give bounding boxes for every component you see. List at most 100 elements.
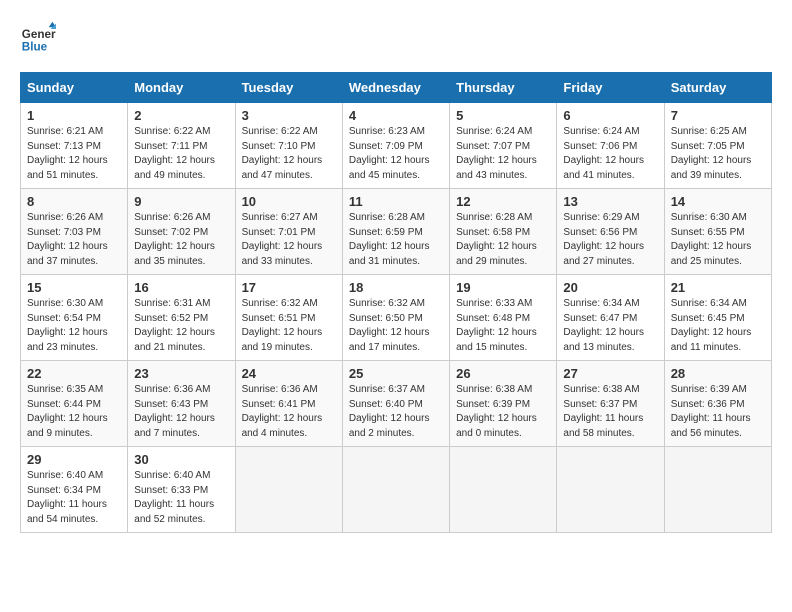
day-info: Sunrise: 6:40 AMSunset: 6:33 PMDaylight:… [134, 469, 228, 527]
calendar-week-4: 22 Sunrise: 6:35 AMSunset: 6:44 PMDaylig… [21, 361, 772, 447]
column-header-saturday: Saturday [664, 73, 771, 103]
calendar-cell: 12 Sunrise: 6:28 AMSunset: 6:58 PMDaylig… [450, 189, 557, 275]
day-info: Sunrise: 6:39 AMSunset: 6:36 PMDaylight:… [671, 383, 765, 441]
calendar-cell: 3 Sunrise: 6:22 AMSunset: 7:10 PMDayligh… [235, 103, 342, 189]
day-info: Sunrise: 6:27 AMSunset: 7:01 PMDaylight:… [242, 211, 336, 269]
day-info: Sunrise: 6:31 AMSunset: 6:52 PMDaylight:… [134, 297, 228, 355]
day-number: 14 [671, 194, 765, 209]
day-info: Sunrise: 6:23 AMSunset: 7:09 PMDaylight:… [349, 125, 443, 183]
calendar-week-2: 8 Sunrise: 6:26 AMSunset: 7:03 PMDayligh… [21, 189, 772, 275]
svg-text:General: General [22, 28, 56, 41]
day-number: 19 [456, 280, 550, 295]
calendar-cell: 4 Sunrise: 6:23 AMSunset: 7:09 PMDayligh… [342, 103, 449, 189]
calendar-header: SundayMondayTuesdayWednesdayThursdayFrid… [21, 73, 772, 103]
calendar-cell: 11 Sunrise: 6:28 AMSunset: 6:59 PMDaylig… [342, 189, 449, 275]
calendar-cell: 7 Sunrise: 6:25 AMSunset: 7:05 PMDayligh… [664, 103, 771, 189]
day-info: Sunrise: 6:30 AMSunset: 6:55 PMDaylight:… [671, 211, 765, 269]
calendar-cell: 10 Sunrise: 6:27 AMSunset: 7:01 PMDaylig… [235, 189, 342, 275]
day-number: 25 [349, 366, 443, 381]
calendar-cell: 16 Sunrise: 6:31 AMSunset: 6:52 PMDaylig… [128, 275, 235, 361]
day-number: 13 [563, 194, 657, 209]
day-number: 12 [456, 194, 550, 209]
column-header-monday: Monday [128, 73, 235, 103]
day-info: Sunrise: 6:22 AMSunset: 7:10 PMDaylight:… [242, 125, 336, 183]
calendar-cell: 18 Sunrise: 6:32 AMSunset: 6:50 PMDaylig… [342, 275, 449, 361]
day-info: Sunrise: 6:24 AMSunset: 7:06 PMDaylight:… [563, 125, 657, 183]
column-header-sunday: Sunday [21, 73, 128, 103]
day-number: 10 [242, 194, 336, 209]
column-header-thursday: Thursday [450, 73, 557, 103]
day-number: 16 [134, 280, 228, 295]
calendar-cell: 9 Sunrise: 6:26 AMSunset: 7:02 PMDayligh… [128, 189, 235, 275]
day-number: 4 [349, 108, 443, 123]
calendar-cell [342, 447, 449, 533]
day-info: Sunrise: 6:38 AMSunset: 6:39 PMDaylight:… [456, 383, 550, 441]
day-number: 18 [349, 280, 443, 295]
calendar-cell: 26 Sunrise: 6:38 AMSunset: 6:39 PMDaylig… [450, 361, 557, 447]
day-info: Sunrise: 6:21 AMSunset: 7:13 PMDaylight:… [27, 125, 121, 183]
calendar-week-5: 29 Sunrise: 6:40 AMSunset: 6:34 PMDaylig… [21, 447, 772, 533]
day-info: Sunrise: 6:32 AMSunset: 6:50 PMDaylight:… [349, 297, 443, 355]
day-number: 22 [27, 366, 121, 381]
calendar-cell: 30 Sunrise: 6:40 AMSunset: 6:33 PMDaylig… [128, 447, 235, 533]
calendar-cell: 2 Sunrise: 6:22 AMSunset: 7:11 PMDayligh… [128, 103, 235, 189]
day-number: 21 [671, 280, 765, 295]
calendar-cell: 19 Sunrise: 6:33 AMSunset: 6:48 PMDaylig… [450, 275, 557, 361]
day-info: Sunrise: 6:33 AMSunset: 6:48 PMDaylight:… [456, 297, 550, 355]
day-number: 11 [349, 194, 443, 209]
column-header-wednesday: Wednesday [342, 73, 449, 103]
day-info: Sunrise: 6:28 AMSunset: 6:58 PMDaylight:… [456, 211, 550, 269]
day-info: Sunrise: 6:24 AMSunset: 7:07 PMDaylight:… [456, 125, 550, 183]
calendar-cell: 29 Sunrise: 6:40 AMSunset: 6:34 PMDaylig… [21, 447, 128, 533]
day-number: 30 [134, 452, 228, 467]
calendar-cell: 22 Sunrise: 6:35 AMSunset: 6:44 PMDaylig… [21, 361, 128, 447]
day-number: 1 [27, 108, 121, 123]
calendar-table: SundayMondayTuesdayWednesdayThursdayFrid… [20, 72, 772, 533]
day-number: 2 [134, 108, 228, 123]
day-info: Sunrise: 6:37 AMSunset: 6:40 PMDaylight:… [349, 383, 443, 441]
calendar-cell: 27 Sunrise: 6:38 AMSunset: 6:37 PMDaylig… [557, 361, 664, 447]
calendar-cell: 23 Sunrise: 6:36 AMSunset: 6:43 PMDaylig… [128, 361, 235, 447]
day-info: Sunrise: 6:25 AMSunset: 7:05 PMDaylight:… [671, 125, 765, 183]
day-info: Sunrise: 6:35 AMSunset: 6:44 PMDaylight:… [27, 383, 121, 441]
day-info: Sunrise: 6:26 AMSunset: 7:03 PMDaylight:… [27, 211, 121, 269]
day-number: 8 [27, 194, 121, 209]
day-info: Sunrise: 6:30 AMSunset: 6:54 PMDaylight:… [27, 297, 121, 355]
day-number: 27 [563, 366, 657, 381]
logo: General Blue [20, 20, 62, 56]
calendar-cell: 21 Sunrise: 6:34 AMSunset: 6:45 PMDaylig… [664, 275, 771, 361]
calendar-cell: 15 Sunrise: 6:30 AMSunset: 6:54 PMDaylig… [21, 275, 128, 361]
calendar-cell [450, 447, 557, 533]
day-info: Sunrise: 6:26 AMSunset: 7:02 PMDaylight:… [134, 211, 228, 269]
day-number: 29 [27, 452, 121, 467]
logo-icon: General Blue [20, 20, 56, 56]
day-info: Sunrise: 6:36 AMSunset: 6:41 PMDaylight:… [242, 383, 336, 441]
day-info: Sunrise: 6:32 AMSunset: 6:51 PMDaylight:… [242, 297, 336, 355]
day-number: 28 [671, 366, 765, 381]
calendar-cell: 6 Sunrise: 6:24 AMSunset: 7:06 PMDayligh… [557, 103, 664, 189]
calendar-cell [664, 447, 771, 533]
day-info: Sunrise: 6:40 AMSunset: 6:34 PMDaylight:… [27, 469, 121, 527]
column-header-tuesday: Tuesday [235, 73, 342, 103]
svg-text:Blue: Blue [22, 41, 48, 54]
day-number: 5 [456, 108, 550, 123]
calendar-cell: 17 Sunrise: 6:32 AMSunset: 6:51 PMDaylig… [235, 275, 342, 361]
day-info: Sunrise: 6:22 AMSunset: 7:11 PMDaylight:… [134, 125, 228, 183]
calendar-cell: 28 Sunrise: 6:39 AMSunset: 6:36 PMDaylig… [664, 361, 771, 447]
calendar-cell: 25 Sunrise: 6:37 AMSunset: 6:40 PMDaylig… [342, 361, 449, 447]
calendar-cell [557, 447, 664, 533]
calendar-cell [235, 447, 342, 533]
calendar-cell: 5 Sunrise: 6:24 AMSunset: 7:07 PMDayligh… [450, 103, 557, 189]
day-number: 7 [671, 108, 765, 123]
calendar-cell: 1 Sunrise: 6:21 AMSunset: 7:13 PMDayligh… [21, 103, 128, 189]
day-info: Sunrise: 6:34 AMSunset: 6:47 PMDaylight:… [563, 297, 657, 355]
day-info: Sunrise: 6:28 AMSunset: 6:59 PMDaylight:… [349, 211, 443, 269]
day-info: Sunrise: 6:34 AMSunset: 6:45 PMDaylight:… [671, 297, 765, 355]
day-number: 20 [563, 280, 657, 295]
day-number: 26 [456, 366, 550, 381]
column-header-friday: Friday [557, 73, 664, 103]
day-number: 24 [242, 366, 336, 381]
day-number: 6 [563, 108, 657, 123]
day-number: 3 [242, 108, 336, 123]
day-info: Sunrise: 6:36 AMSunset: 6:43 PMDaylight:… [134, 383, 228, 441]
